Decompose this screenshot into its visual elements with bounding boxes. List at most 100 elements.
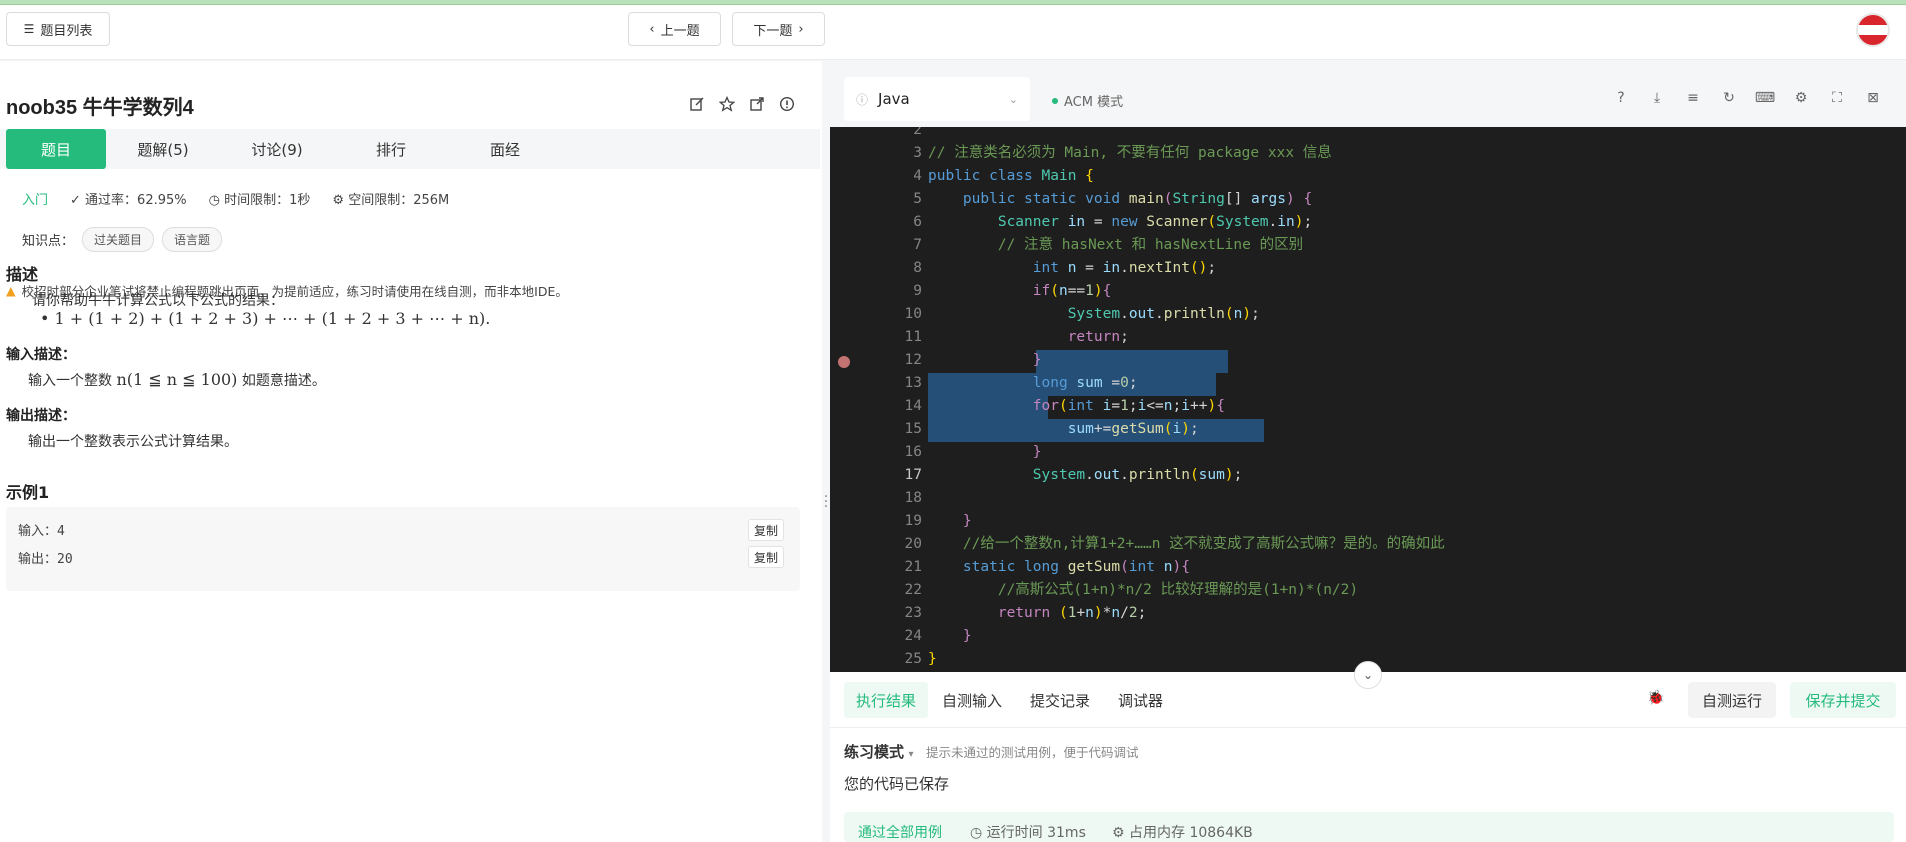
bug-icon[interactable]: 🐞	[1647, 690, 1664, 706]
download-icon[interactable]: ⤓	[1648, 89, 1666, 107]
practice-mode-select[interactable]: 练习模式	[844, 743, 904, 761]
code-line: 4 public class Main {	[830, 165, 1906, 188]
code-line: 3 // 注意类名必须为 Main, 不要有任何 package xxx 信息	[830, 142, 1906, 165]
pass-rate-text: 通过率：62.95%	[85, 193, 187, 208]
chevron-right-icon: ›	[798, 21, 804, 37]
keyboard-icon[interactable]: ⌨	[1755, 89, 1775, 107]
code-line: 8 int n = in.nextInt();	[830, 257, 1906, 280]
practice-hint: 提示未通过的测试用例，便于代码调试	[925, 745, 1139, 760]
knowledge-points: 知识点： 过关题目 语言题	[22, 227, 223, 252]
code-text: if(n==1){	[1032, 283, 1112, 299]
line-number: 10	[904, 306, 922, 322]
code-text: Scanner in = new Scanner(System.in);	[997, 214, 1313, 230]
problem-list-button[interactable]: ☰ 题目列表	[6, 12, 110, 46]
problem-meta: 入门 ✓ 通过率：62.95% ◷ 时间限制：1秒 ⚙ 空间限制：256M	[22, 189, 449, 208]
reset-icon[interactable]: ↻	[1720, 89, 1738, 107]
self-test-run-button[interactable]: 自测运行	[1688, 682, 1776, 718]
fullscreen-icon[interactable]: ⛶	[1828, 89, 1846, 107]
code-text: }	[1032, 444, 1042, 460]
example-input: 输入：4	[18, 524, 65, 539]
line-number: 20	[904, 536, 922, 552]
code-line: 24 }	[830, 625, 1906, 648]
save-submit-button[interactable]: 保存并提交	[1790, 682, 1896, 718]
language-value: Java	[878, 90, 910, 108]
settings-icon[interactable]: ⚙	[1792, 89, 1810, 107]
tab-ranking[interactable]: 排行	[334, 129, 448, 169]
report-icon[interactable]	[778, 95, 796, 113]
caret-down-icon[interactable]: ▾	[908, 749, 913, 760]
line-number: 25	[904, 651, 922, 667]
collapse-toggle[interactable]: ⌄	[1354, 661, 1382, 689]
run-time: ◷ 运行时间 31ms	[970, 822, 1086, 842]
info-icon: ⓘ	[856, 92, 869, 107]
code-text: System.out.println(n);	[1067, 306, 1260, 322]
next-problem-button[interactable]: 下一题 ›	[732, 12, 825, 46]
line-number: 8	[913, 260, 922, 276]
editor-panel: ⓘ Java ⌄ ACM 模式 ? ⤓ ≡ ↻ ⌨ ⚙ ⛶ ⊠ 2 3 // 注意…	[830, 61, 1906, 842]
tab-solutions[interactable]: 题解(5)	[106, 129, 220, 169]
prev-problem-button[interactable]: ‹ 上一题	[628, 12, 721, 46]
star-icon[interactable]	[718, 95, 736, 113]
code-text: public class Main {	[928, 168, 1094, 184]
difficulty-level: 入门	[22, 193, 49, 208]
clock-icon: ◷	[208, 193, 225, 208]
tab-debugger[interactable]: 调试器	[1106, 682, 1175, 718]
check-circle-icon: ✓	[70, 193, 86, 208]
line-number: 7	[913, 237, 922, 253]
help-icon[interactable]: ?	[1612, 89, 1630, 107]
tab-problem[interactable]: 题目	[6, 129, 106, 169]
line-number: 24	[904, 628, 922, 644]
saved-status: 您的代码已保存	[844, 775, 950, 793]
code-text: }	[1032, 352, 1042, 368]
code-text: public static void main(String[] args) {	[962, 191, 1313, 207]
code-line: 7 // 注意 hasNext 和 hasNextLine 的区别	[830, 234, 1906, 257]
chip-icon: ⚙	[332, 193, 349, 208]
copy-output-button[interactable]: 复制	[748, 546, 784, 568]
memory-text: 占用内存 10864KB	[1129, 825, 1253, 841]
description-text: 请你帮助牛牛计算公式以下公式的结果：	[32, 293, 284, 309]
code-editor[interactable]: 2 3 // 注意类名必须为 Main, 不要有任何 package xxx 信息…	[830, 127, 1906, 672]
tab-discussion[interactable]: 讨论(9)	[220, 129, 334, 169]
code-text: // 注意 hasNext 和 hasNextLine 的区别	[997, 237, 1304, 253]
code-line: 10 System.out.println(n);	[830, 303, 1906, 326]
tag-item[interactable]: 语言题	[162, 227, 223, 252]
line-number: 12	[904, 352, 922, 368]
line-number: 5	[913, 191, 922, 207]
line-number: 18	[904, 490, 922, 506]
tab-interview[interactable]: 面经	[448, 129, 562, 169]
drag-handle[interactable]: · · ·	[822, 490, 830, 514]
problem-tabs: 题目 题解(5) 讨论(9) 排行 面经	[0, 129, 820, 169]
code-line: 6 Scanner in = new Scanner(System.in);	[830, 211, 1906, 234]
acm-mode[interactable]: ACM 模式	[1052, 91, 1123, 110]
list-icon: ☰	[23, 22, 35, 36]
tab-self-test-input[interactable]: 自测输入	[930, 682, 1014, 718]
edit-icon[interactable]	[688, 95, 706, 113]
line-number: 13	[904, 375, 922, 391]
tag-item[interactable]: 过关题目	[82, 227, 155, 252]
share-icon[interactable]	[748, 95, 766, 113]
chip-icon: ⚙	[1112, 825, 1130, 841]
tab-execution-result[interactable]: 执行结果	[844, 682, 929, 718]
collapse-panel-icon[interactable]: ⊠	[1864, 89, 1882, 107]
code-line: 5 public static void main(String[] args)…	[830, 188, 1906, 211]
code-text: for(int i=1;i<=n;i++){	[1032, 398, 1225, 414]
run-time-text: 运行时间 31ms	[986, 825, 1086, 841]
space-limit: ⚙ 空间限制：256M	[332, 189, 449, 208]
tab-submission-history[interactable]: 提交记录	[1018, 682, 1102, 718]
code-line: 18	[830, 487, 1906, 510]
pass-rate: ✓ 通过率：62.95%	[70, 189, 187, 208]
input-text-post: 如题意描述。	[237, 373, 326, 389]
code-line: 20 //给一个整数n,计算1+2+……n 这不就变成了高斯公式嘛？是的。的确如…	[830, 533, 1906, 556]
copy-input-button[interactable]: 复制	[748, 519, 784, 541]
avatar[interactable]	[1856, 13, 1890, 47]
code-line: 9 if(n==1){	[830, 280, 1906, 303]
line-number: 19	[904, 513, 922, 529]
language-select[interactable]: ⓘ Java ⌄	[844, 77, 1030, 121]
code-line: 19 }	[830, 510, 1906, 533]
code-line: 11 return;	[830, 326, 1906, 349]
problem-list-label: 题目列表	[40, 23, 93, 39]
problem-panel: noob35 牛牛学数列4 题目 题解(5) 讨论(9) 排行 面经 入门 ✓ …	[0, 61, 822, 842]
line-number: 17	[904, 467, 922, 483]
format-icon[interactable]: ≡	[1684, 89, 1702, 107]
space-limit-text: 空间限制：256M	[348, 193, 450, 208]
